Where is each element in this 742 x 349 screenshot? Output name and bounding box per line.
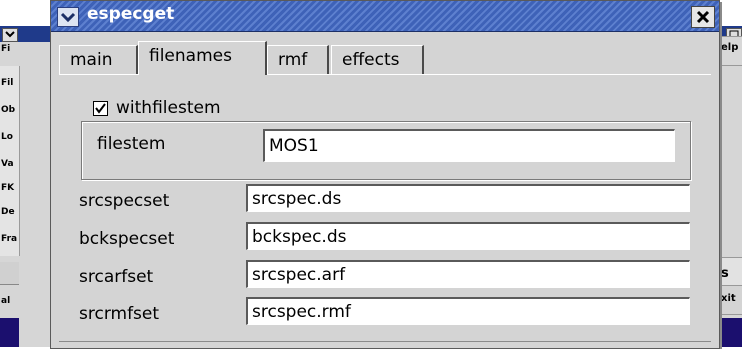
background-button-label[interactable]: s bbox=[721, 266, 729, 281]
background-help-label[interactable]: elp bbox=[721, 42, 738, 53]
dialog-titlebar[interactable]: especget bbox=[51, 1, 719, 32]
background-button[interactable] bbox=[0, 262, 19, 285]
filestem-input[interactable]: MOS1 bbox=[263, 129, 675, 162]
srcspecset-input[interactable]: srcspec.ds bbox=[246, 184, 690, 212]
background-menu-button[interactable] bbox=[2, 28, 18, 42]
background-exit-label[interactable]: xit bbox=[721, 293, 736, 304]
chevron-down-icon bbox=[5, 31, 15, 38]
especget-dialog: especget main filenames rmf effects with… bbox=[50, 0, 720, 349]
background-menu-file[interactable]: Fi bbox=[1, 44, 17, 54]
background-label: Fra bbox=[1, 234, 17, 244]
background-dark-area bbox=[0, 318, 19, 347]
chevron-down-icon bbox=[60, 12, 76, 23]
tab-rmf[interactable]: rmf bbox=[267, 45, 329, 75]
srcrmfset-input[interactable]: srcspec.rmf bbox=[246, 297, 690, 325]
tab-filenames[interactable]: filenames bbox=[138, 41, 267, 75]
background-button-label[interactable]: al bbox=[1, 296, 17, 306]
dialog-title: especget bbox=[87, 4, 175, 24]
tab-effects[interactable]: effects bbox=[331, 45, 424, 75]
srcspecset-label: srcspecset bbox=[79, 191, 170, 211]
dialog-bottom-border bbox=[59, 341, 711, 342]
srcarfset-input[interactable]: srcspec.arf bbox=[246, 260, 690, 288]
background-label: FK bbox=[1, 183, 15, 193]
background-label: Fil bbox=[1, 78, 14, 88]
withfilestem-label: withfilestem bbox=[116, 98, 221, 118]
background-label: Ob bbox=[1, 105, 16, 115]
close-button[interactable] bbox=[691, 6, 715, 28]
withfilestem-toggle[interactable]: withfilestem bbox=[87, 96, 227, 120]
background-label: Va bbox=[1, 159, 14, 169]
close-icon bbox=[696, 10, 710, 24]
checkmark-icon bbox=[95, 102, 106, 114]
filestem-label: filestem bbox=[97, 134, 166, 154]
withfilestem-checkbox[interactable] bbox=[93, 100, 108, 116]
bckspecset-input[interactable]: bckspec.ds bbox=[246, 222, 690, 250]
background-label: Lo bbox=[1, 132, 13, 142]
background-label: De bbox=[1, 207, 15, 217]
tab-main[interactable]: main bbox=[59, 45, 138, 75]
window-menu-button[interactable] bbox=[57, 7, 79, 27]
srcarfset-label: srcarfset bbox=[79, 267, 154, 287]
bckspecset-label: bckspecset bbox=[79, 229, 175, 249]
srcrmfset-label: srcrmfset bbox=[79, 304, 160, 324]
background-dark-area bbox=[718, 318, 742, 347]
